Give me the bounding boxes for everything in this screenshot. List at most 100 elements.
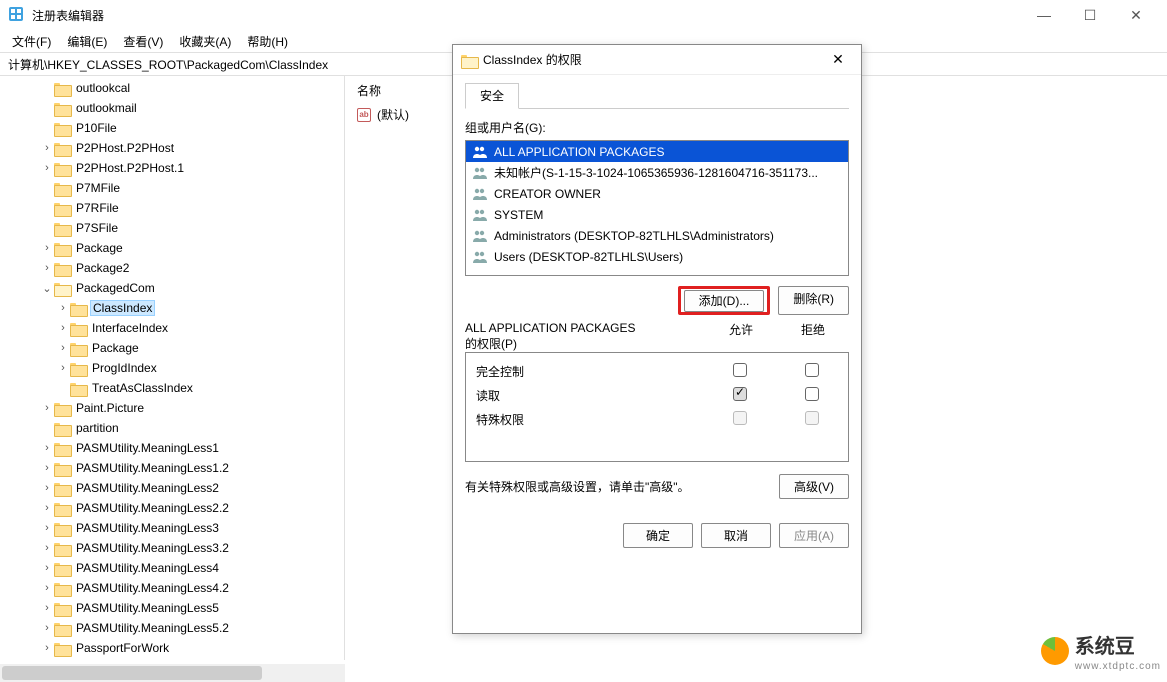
chevron-right-icon[interactable]: › <box>40 162 54 174</box>
tree-node[interactable]: ›Package <box>8 238 344 258</box>
apply-button[interactable]: 应用(A) <box>779 523 849 548</box>
remove-button[interactable]: 删除(R) <box>778 286 849 315</box>
tree-node[interactable]: ›PASMUtility.MeaningLess1 <box>8 438 344 458</box>
user-row[interactable]: Administrators (DESKTOP-82TLHLS\Administ… <box>466 225 848 246</box>
users-listbox[interactable]: ALL APPLICATION PACKAGES 未知帐户(S-1-15-3-10… <box>465 140 849 276</box>
chevron-right-icon[interactable]: › <box>40 642 54 654</box>
allow-checkbox[interactable] <box>733 363 747 377</box>
tree-node[interactable]: outlookmail <box>8 98 344 118</box>
deny-checkbox[interactable] <box>805 363 819 377</box>
folder-icon <box>54 281 70 295</box>
chevron-right-icon[interactable]: › <box>40 542 54 554</box>
menu-favorites[interactable]: 收藏夹(A) <box>171 31 239 52</box>
window-close-button[interactable]: ✕ <box>1113 0 1159 30</box>
tree-node[interactable]: ›PASMUtility.MeaningLess2 <box>8 478 344 498</box>
tree-node-label: PASMUtility.MeaningLess4.2 <box>74 581 231 595</box>
user-row[interactable]: CREATOR OWNER <box>466 183 848 204</box>
tree-node[interactable]: › PassportForWork <box>8 638 344 658</box>
tree-node[interactable]: ›Package <box>8 338 344 358</box>
advanced-button[interactable]: 高级(V) <box>779 474 849 499</box>
chevron-right-icon[interactable]: › <box>40 402 54 414</box>
chevron-right-icon[interactable]: › <box>40 582 54 594</box>
ok-button[interactable]: 确定 <box>623 523 693 548</box>
tree-node[interactable]: ›PASMUtility.MeaningLess5.2 <box>8 618 344 638</box>
user-name: CREATOR OWNER <box>494 187 601 201</box>
tree-node[interactable]: ›P2PHost.P2PHost.1 <box>8 158 344 178</box>
tree-node-label: PASMUtility.MeaningLess1.2 <box>74 461 231 475</box>
tree-node-label: outlookcal <box>74 81 132 95</box>
tree-node[interactable]: ›Package2 <box>8 258 344 278</box>
tree-pane[interactable]: outlookcaloutlookmailP10File›P2PHost.P2P… <box>0 76 345 660</box>
cancel-button[interactable]: 取消 <box>701 523 771 548</box>
tree-node[interactable]: P10File <box>8 118 344 138</box>
user-row[interactable]: 未知帐户(S-1-15-3-1024-1065365936-1281604716… <box>466 162 848 183</box>
tree-node[interactable]: outlookcal <box>8 78 344 98</box>
allow-checkbox[interactable] <box>733 387 747 401</box>
tree-node[interactable]: › PASMUtility.MeaningLess1.2 <box>8 458 344 478</box>
user-name: 未知帐户(S-1-15-3-1024-1065365936-1281604716… <box>494 164 818 181</box>
chevron-right-icon[interactable]: › <box>40 602 54 614</box>
tree-node[interactable]: ⌄ PackagedCom <box>8 278 344 298</box>
scrollbar-thumb[interactable] <box>2 666 262 680</box>
tree-node[interactable]: ›PASMUtility.MeaningLess2.2 <box>8 498 344 518</box>
tree-node-label: PassportForWork <box>74 641 171 655</box>
chevron-right-icon[interactable]: › <box>40 562 54 574</box>
menu-file[interactable]: 文件(F) <box>4 31 59 52</box>
folder-icon <box>54 481 70 495</box>
menu-help[interactable]: 帮助(H) <box>239 31 296 52</box>
tree-node[interactable]: partition <box>8 418 344 438</box>
deny-checkbox <box>805 411 819 425</box>
permissions-listbox[interactable]: 完全控制读取特殊权限 <box>465 352 849 462</box>
chevron-right-icon[interactable]: › <box>56 342 70 354</box>
chevron-right-icon[interactable]: › <box>40 242 54 254</box>
user-row[interactable]: ALL APPLICATION PACKAGES <box>466 141 848 162</box>
add-button[interactable]: 添加(D)... <box>684 290 765 312</box>
tree-node[interactable]: ›ProgIdIndex <box>8 358 344 378</box>
chevron-right-icon[interactable]: › <box>56 322 70 334</box>
tree-node-label: PackagedCom <box>74 281 157 295</box>
tree-node[interactable]: ›PASMUtility.MeaningLess5 <box>8 598 344 618</box>
chevron-right-icon[interactable]: › <box>40 622 54 634</box>
dialog-close-button[interactable]: ✕ <box>823 50 853 70</box>
chevron-right-icon[interactable]: › <box>56 362 70 374</box>
user-row[interactable]: SYSTEM <box>466 204 848 225</box>
window-minimize-button[interactable]: — <box>1021 0 1067 30</box>
folder-icon <box>54 441 70 455</box>
tab-security[interactable]: 安全 <box>465 83 519 109</box>
tree-node-label: partition <box>74 421 121 435</box>
tree-node[interactable]: ›P2PHost.P2PHost <box>8 138 344 158</box>
tree-node[interactable]: ›PASMUtility.MeaningLess3.2 <box>8 538 344 558</box>
tree-node[interactable]: P7SFile <box>8 218 344 238</box>
tree-node[interactable]: › PASMUtility.MeaningLess4.2 <box>8 578 344 598</box>
chevron-right-icon[interactable]: › <box>40 482 54 494</box>
user-row[interactable]: Users (DESKTOP-82TLHLS\Users) <box>466 246 848 267</box>
chevron-right-icon[interactable]: › <box>40 522 54 534</box>
chevron-right-icon[interactable]: › <box>40 442 54 454</box>
users-group-icon <box>472 187 488 201</box>
users-group-icon <box>472 145 488 159</box>
tree-node[interactable]: P7MFile <box>8 178 344 198</box>
chevron-down-icon[interactable]: ⌄ <box>40 282 54 295</box>
tree-node[interactable]: ›PASMUtility.MeaningLess3 <box>8 518 344 538</box>
tree-node[interactable]: ›ClassIndex <box>8 298 344 318</box>
tree-node[interactable]: ›PASMUtility.MeaningLess4 <box>8 558 344 578</box>
tree-node-label: P7SFile <box>74 221 120 235</box>
menu-view[interactable]: 查看(V) <box>115 31 171 52</box>
menu-edit[interactable]: 编辑(E) <box>59 31 115 52</box>
deny-checkbox[interactable] <box>805 387 819 401</box>
tree-node[interactable]: P7RFile <box>8 198 344 218</box>
tree-node[interactable]: ›InterfaceIndex <box>8 318 344 338</box>
chevron-right-icon[interactable]: › <box>40 502 54 514</box>
folder-icon <box>54 401 70 415</box>
dialog-titlebar[interactable]: ClassIndex 的权限 ✕ <box>453 45 861 75</box>
tree-horizontal-scrollbar[interactable] <box>0 664 345 682</box>
chevron-right-icon[interactable]: › <box>40 262 54 274</box>
chevron-right-icon[interactable]: › <box>40 142 54 154</box>
chevron-right-icon[interactable]: › <box>40 462 54 474</box>
folder-icon <box>54 221 70 235</box>
tree-node[interactable]: TreatAsClassIndex <box>8 378 344 398</box>
tree-node[interactable]: ›Paint.Picture <box>8 398 344 418</box>
regedit-icon <box>8 6 24 25</box>
chevron-right-icon[interactable]: › <box>56 302 70 314</box>
window-maximize-button[interactable]: ☐ <box>1067 0 1113 30</box>
